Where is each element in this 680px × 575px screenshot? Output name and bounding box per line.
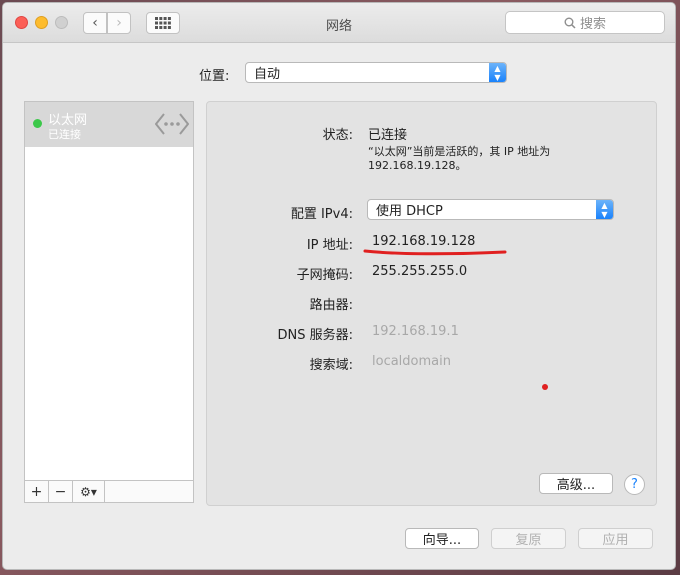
subnet-label: 子网掩码: bbox=[296, 268, 353, 283]
ipv4-config-select[interactable]: 使用 DHCP ▲ ▼ bbox=[367, 199, 614, 220]
location-select[interactable]: 自动 ▲ ▼ bbox=[245, 62, 507, 83]
status-description: “以太网”当前是活跃的，其 IP 地址为 192.168.19.128。 bbox=[368, 145, 551, 172]
status-value: 已连接 bbox=[368, 128, 408, 143]
service-toolbar: + − ⚙▾ bbox=[24, 481, 194, 503]
service-list: 以太网 已连接 bbox=[24, 101, 194, 481]
service-status: 已连接 bbox=[48, 128, 81, 141]
select-arrows-icon: ▲ ▼ bbox=[596, 200, 613, 219]
search-domain-label: 搜索域: bbox=[309, 358, 353, 373]
subnet-value: 255.255.255.0 bbox=[372, 264, 468, 279]
red-annotation-underline bbox=[363, 249, 507, 256]
remove-service-button[interactable]: − bbox=[49, 481, 73, 502]
search-input[interactable]: 搜索 bbox=[505, 11, 665, 34]
dns-value: 192.168.19.1 bbox=[372, 324, 459, 339]
ip-address-label: IP 地址: bbox=[306, 238, 353, 253]
search-placeholder: 搜索 bbox=[579, 17, 606, 32]
red-annotation-dot bbox=[542, 384, 548, 390]
location-label: 位置: bbox=[199, 69, 230, 84]
ipv4-label: 配置 IPv4: bbox=[290, 207, 353, 222]
service-item-ethernet[interactable]: 以太网 已连接 bbox=[25, 102, 193, 147]
dns-label: DNS 服务器: bbox=[277, 328, 354, 343]
assist-me-button[interactable]: 向导... bbox=[405, 528, 479, 549]
help-button[interactable]: ? bbox=[624, 474, 645, 495]
gear-menu-button[interactable]: ⚙▾ bbox=[73, 481, 105, 502]
advanced-button[interactable]: 高级... bbox=[539, 473, 613, 494]
search-icon bbox=[564, 17, 576, 29]
ipv4-value: 使用 DHCP bbox=[376, 204, 443, 219]
revert-button[interactable]: 复原 bbox=[491, 528, 566, 549]
add-service-button[interactable]: + bbox=[25, 481, 49, 502]
title-bar: ‹ › 网络 搜索 bbox=[3, 3, 675, 43]
ethernet-icon bbox=[155, 113, 189, 135]
status-dot-icon bbox=[33, 119, 42, 128]
status-label: 状态: bbox=[322, 128, 353, 143]
select-arrows-icon: ▲ ▼ bbox=[489, 63, 506, 82]
apply-button[interactable]: 应用 bbox=[578, 528, 653, 549]
network-preferences-window: ‹ › 网络 搜索 位置: 自动 ▲ ▼ 以太网 已连接 + − ⚙▾ 状态: … bbox=[2, 2, 676, 570]
router-label: 路由器: bbox=[309, 298, 353, 313]
search-domain-value: localdomain bbox=[372, 354, 451, 369]
location-value: 自动 bbox=[254, 67, 281, 82]
